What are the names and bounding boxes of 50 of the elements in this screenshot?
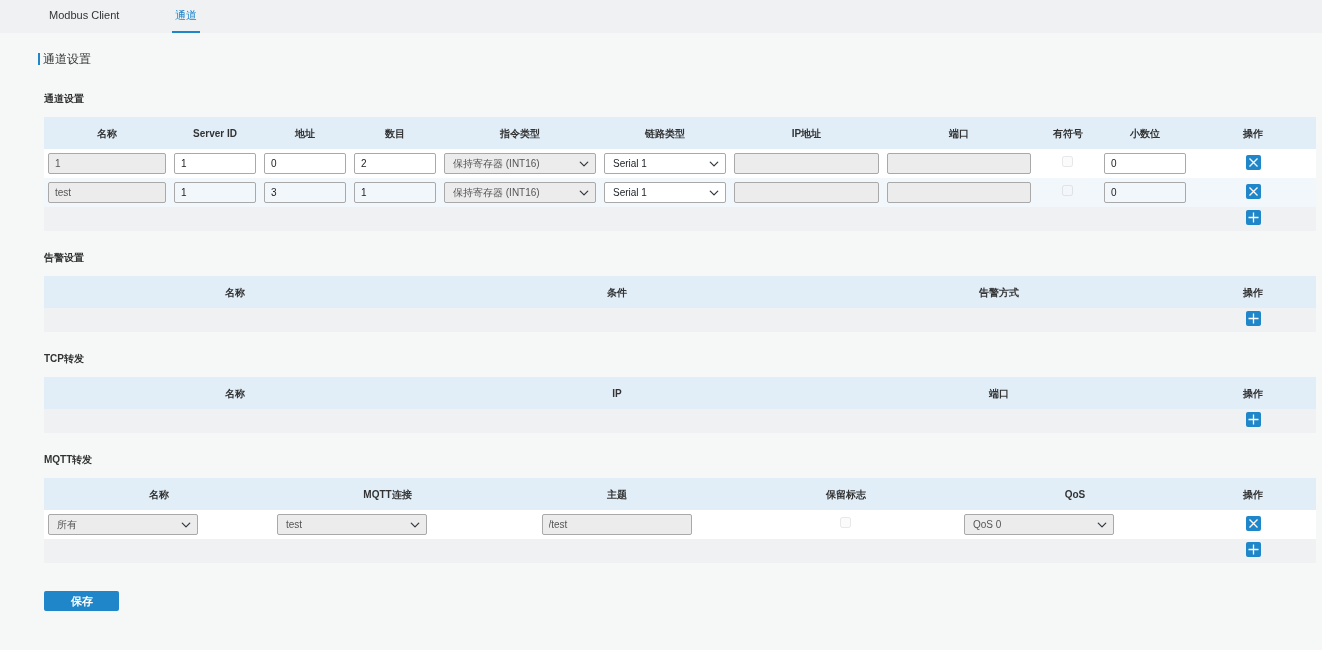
- add-button[interactable]: [1245, 412, 1261, 428]
- column-header: IP: [426, 377, 808, 409]
- input-field[interactable]: 2: [354, 153, 436, 174]
- save-button[interactable]: 保存: [44, 591, 119, 611]
- dropdown[interactable]: Serial 1: [604, 153, 726, 174]
- section-title: TCP转发: [44, 352, 85, 366]
- column-header: 名称: [44, 377, 426, 409]
- page-title: 通道设置: [38, 53, 1322, 65]
- column-header: 操作: [1190, 478, 1316, 510]
- column-header: Server ID: [170, 117, 260, 149]
- column-header: 名称: [44, 117, 170, 149]
- column-header: 条件: [426, 276, 808, 308]
- input-field[interactable]: 1: [354, 182, 436, 203]
- column-header: 告警方式: [808, 276, 1190, 308]
- column-header: 数目: [350, 117, 440, 149]
- input-field[interactable]: 0: [1104, 153, 1186, 174]
- column-header: 有符号: [1035, 117, 1100, 149]
- tab[interactable]: 通道: [172, 0, 201, 33]
- column-header: 链路类型: [600, 117, 730, 149]
- input-field[interactable]: 1: [174, 153, 256, 174]
- column-header: QoS: [960, 478, 1190, 510]
- section-title: 告警设置: [44, 251, 85, 265]
- column-header: 名称: [44, 276, 426, 308]
- input-field[interactable]: 0: [1104, 182, 1186, 203]
- column-header: IP地址: [730, 117, 883, 149]
- column-header: 端口: [808, 377, 1190, 409]
- column-header: 指令类型: [440, 117, 600, 149]
- column-header: 小数位: [1100, 117, 1190, 149]
- input-field[interactable]: 3: [264, 182, 346, 203]
- add-button[interactable]: [1245, 311, 1261, 327]
- column-header: 保留标志: [731, 478, 960, 510]
- column-header: 地址: [260, 117, 350, 149]
- column-header: 名称: [44, 478, 273, 510]
- section-title: MQTT转发: [44, 453, 94, 467]
- dropdown[interactable]: Serial 1: [604, 182, 726, 203]
- column-header: 操作: [1190, 276, 1316, 308]
- column-header: MQTT连接: [273, 478, 502, 510]
- delete-button[interactable]: [1245, 154, 1261, 170]
- tab[interactable]: Modbus Client: [46, 0, 123, 33]
- delete-button[interactable]: [1245, 515, 1261, 531]
- section-title: 通道设置: [44, 92, 85, 106]
- input-field[interactable]: 0: [264, 153, 346, 174]
- column-header: 操作: [1190, 117, 1316, 149]
- add-button[interactable]: [1245, 210, 1261, 226]
- input-field[interactable]: 1: [174, 182, 256, 203]
- delete-button[interactable]: [1245, 183, 1261, 199]
- add-button[interactable]: [1245, 542, 1261, 558]
- column-header: 主题: [502, 478, 731, 510]
- column-header: 操作: [1190, 377, 1316, 409]
- column-header: 端口: [883, 117, 1035, 149]
